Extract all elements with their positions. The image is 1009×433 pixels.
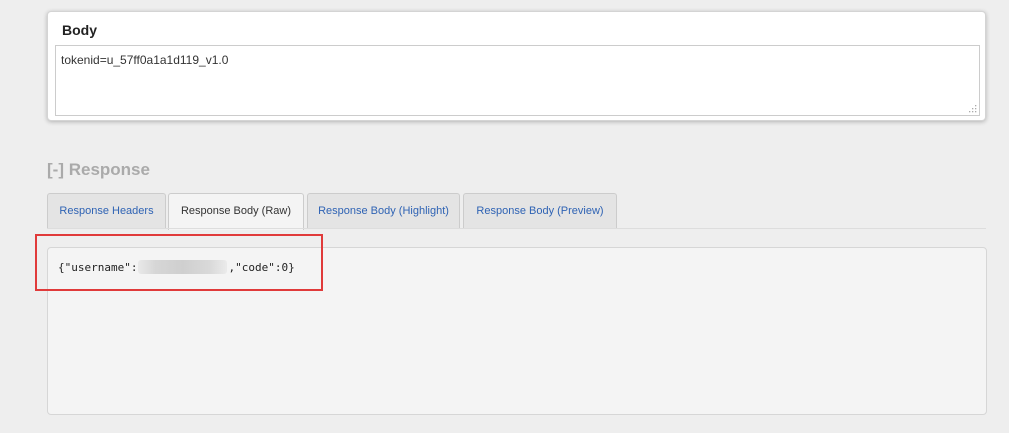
tab-response-body-raw[interactable]: Response Body (Raw) [168, 193, 304, 230]
body-panel: Body tokenid=u_57ff0a1a1d119_v1.0 [47, 11, 986, 121]
tab-response-body-preview[interactable]: Response Body (Preview) [463, 193, 617, 229]
tab-response-headers[interactable]: Response Headers [47, 193, 166, 229]
body-textarea[interactable]: tokenid=u_57ff0a1a1d119_v1.0 [55, 45, 980, 116]
body-textarea-value: tokenid=u_57ff0a1a1d119_v1.0 [61, 53, 229, 67]
body-title: Body [62, 22, 97, 38]
redacted-username-value [138, 260, 228, 274]
response-collapse-toggle[interactable]: [-] Response [47, 160, 150, 180]
resize-grip-icon[interactable] [969, 105, 977, 113]
tab-response-body-highlight[interactable]: Response Body (Highlight) [307, 193, 460, 229]
raw-response-suffix: ,"code":0} [228, 260, 295, 274]
raw-response-prefix: {"username": [58, 260, 138, 274]
raw-response-line: {"username": ,"code":0} [58, 260, 295, 274]
tabs-divider [47, 228, 986, 229]
response-body-raw-panel: {"username": ,"code":0} [47, 247, 987, 415]
